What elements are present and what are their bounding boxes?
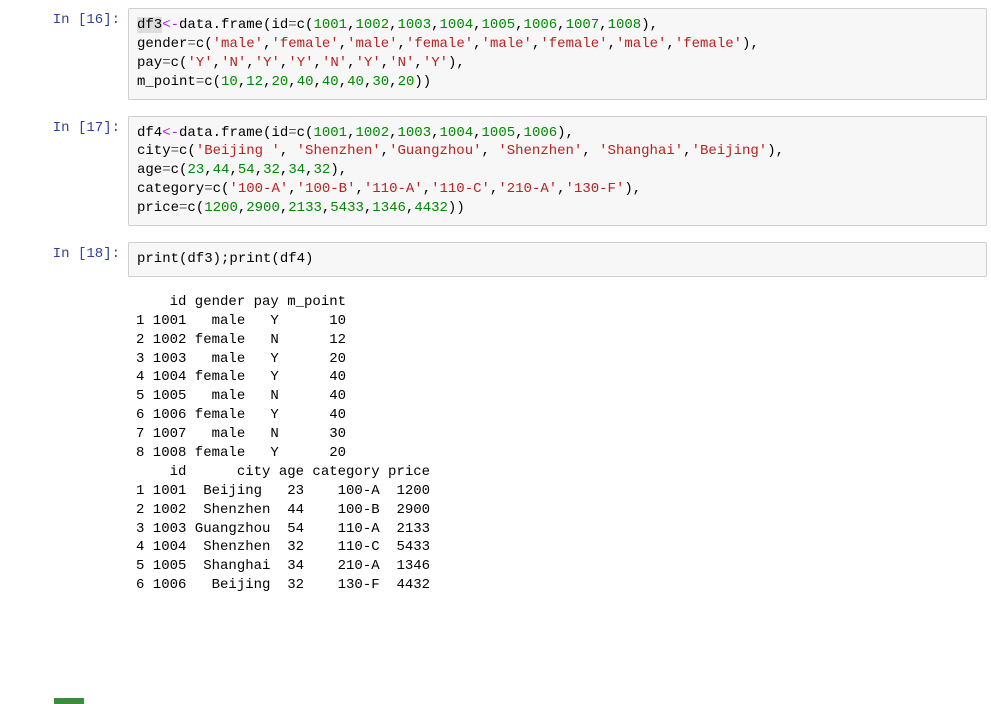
code-cell-16: In [16]: df3<-data.frame(id=c(1001,1002,… bbox=[0, 4, 991, 112]
code-input-17[interactable]: df4<-data.frame(id=c(1001,1002,1003,1004… bbox=[128, 116, 987, 226]
code-input-18[interactable]: print(df3);print(df4) bbox=[128, 242, 987, 277]
code-cell-18: In [18]: print(df3);print(df4) bbox=[0, 238, 991, 289]
input-prompt-17: In [17]: bbox=[0, 112, 128, 238]
code-input-16[interactable]: df3<-data.frame(id=c(1001,1002,1003,1004… bbox=[128, 8, 987, 100]
code-output-18: id gender pay m_point 1 1001 male Y 10 2… bbox=[128, 289, 991, 603]
notebook-container: In [16]: df3<-data.frame(id=c(1001,1002,… bbox=[0, 0, 991, 704]
code-cell-17: In [17]: df4<-data.frame(id=c(1001,1002,… bbox=[0, 112, 991, 238]
input-prompt-18: In [18]: bbox=[0, 238, 128, 289]
selection-indicator bbox=[54, 698, 84, 704]
output-cell-18: id gender pay m_point 1 1001 male Y 10 2… bbox=[0, 289, 991, 603]
output-prompt-18 bbox=[0, 289, 128, 603]
input-prompt-16: In [16]: bbox=[0, 4, 128, 112]
